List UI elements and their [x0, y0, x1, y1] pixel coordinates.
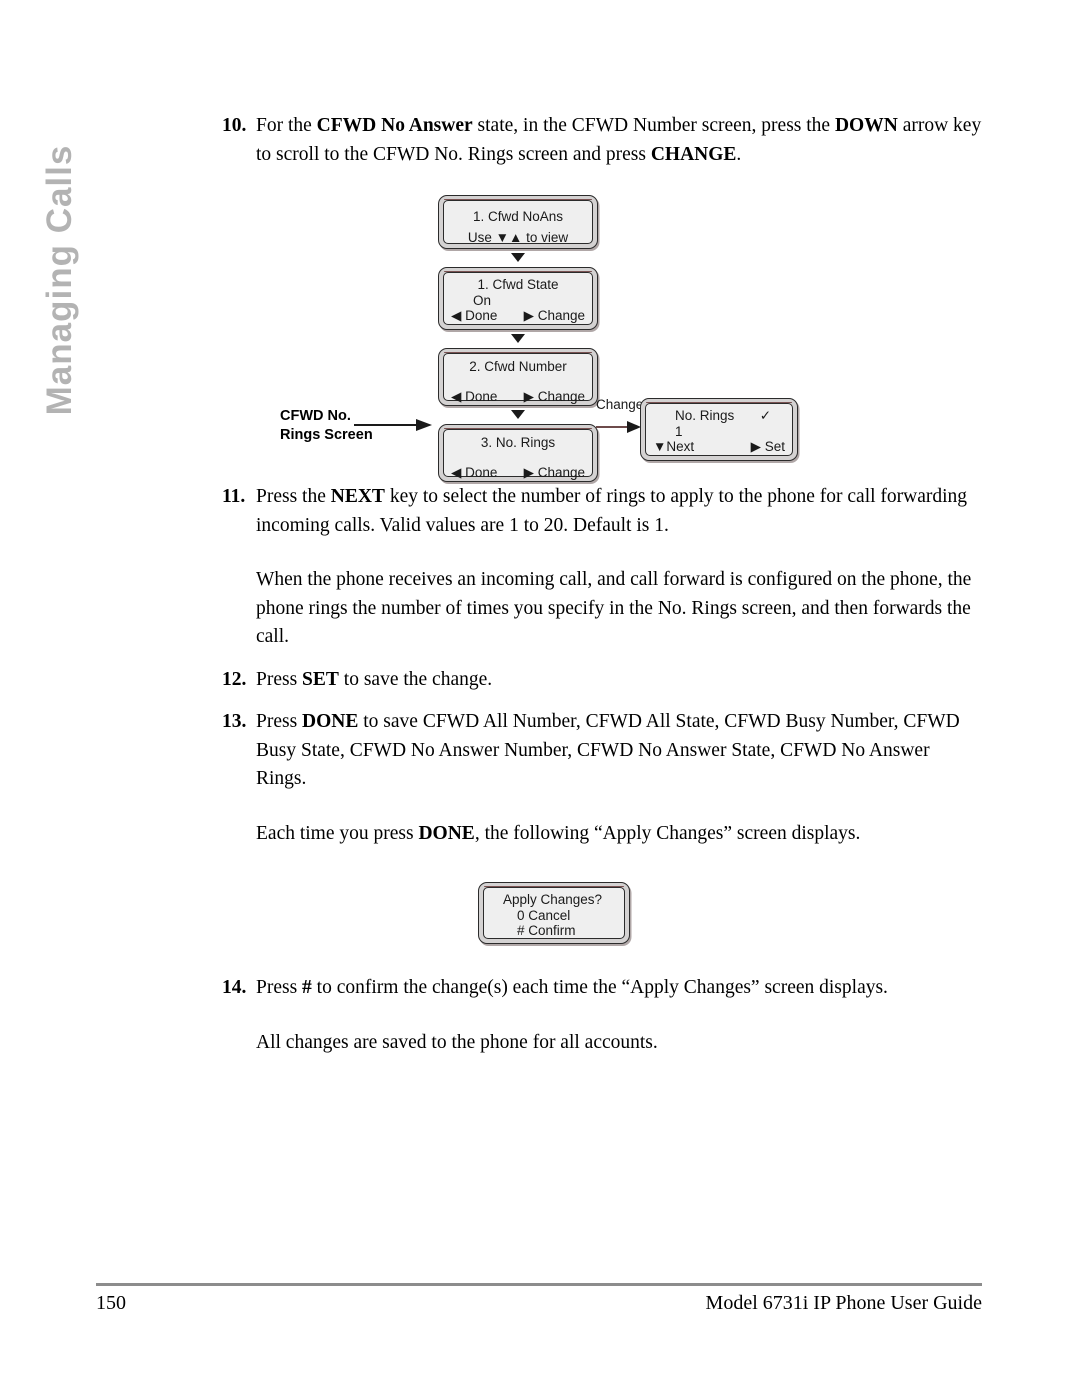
softkey-set[interactable]: ▶ Set: [751, 439, 785, 455]
phone-screen-cfwd-no-rings: 3. No. Rings ◀ Done ▶ Change: [438, 424, 598, 482]
softkey-change[interactable]: ▶ Change: [524, 389, 585, 405]
phone-screen-cfwd-noans: 1. Cfwd NoAns Use ▼▲ to view: [438, 195, 598, 249]
lcd-no-rings-edit: No. Rings ✓ 1 ▼Next ▶ Set: [645, 403, 793, 456]
chapter-tab-label: Managing Calls: [40, 144, 79, 416]
step-13: 13. Press DONE to save CFWD All Number, C…: [222, 708, 982, 794]
step-11: 11. Press the NEXT key to select the numb…: [222, 483, 982, 540]
lcd-cfwd-noans-hint: Use ▼▲ to view: [467, 229, 569, 245]
screen-flow-stack: 1. Cfwd NoAns Use ▼▲ to view 1. Cfwd Sta…: [438, 195, 598, 482]
step-12: 12. Press SET to save the change.: [222, 666, 982, 695]
step-11-bold-next: NEXT: [330, 486, 385, 507]
step-12-bold-set: SET: [302, 668, 339, 690]
step-10-text-part4: .: [736, 143, 742, 165]
lcd-cfwd-state-softkeys: ◀ Done ▶ Change: [451, 308, 585, 324]
step-13-bold-done: DONE: [302, 711, 359, 732]
check-icon: ✓: [759, 408, 771, 423]
chapter-tab: Managing Calls: [0, 100, 120, 440]
step-14: 14. Press # to confirm the change(s) each…: [222, 974, 982, 1003]
step-10-number: 10.: [222, 115, 247, 136]
change-connector-label: Change: [596, 397, 644, 412]
paragraph-apply-changes-part2: , the following “Apply Changes” screen d…: [474, 822, 861, 844]
page-content: 10. For the CFWD No Answer state, in the …: [222, 112, 982, 1057]
lcd-cfwd-number-softkeys: ◀ Done ▶ Change: [451, 389, 585, 405]
phone-screen-apply-changes: Apply Changes? 0 Cancel # Confirm: [478, 882, 630, 944]
lcd-cfwd-no-rings-softkeys: ◀ Done ▶ Change: [451, 465, 585, 481]
paragraph-changes-saved: All changes are saved to the phone for a…: [256, 1031, 658, 1053]
phone-screen-no-rings-edit: No. Rings ✓ 1 ▼Next ▶ Set: [640, 398, 798, 461]
lcd-cfwd-number-title: 2. Cfwd Number: [469, 359, 567, 374]
paragraph-apply-changes-bold-done: DONE: [418, 822, 475, 844]
lcd-apply-changes-title: Apply Changes?: [503, 892, 603, 907]
step-10-bold-cfwd-no-answer: CFWD No Answer: [316, 115, 473, 136]
no-rings-edit-bezel: No. Rings ✓ 1 ▼Next ▶ Set: [640, 398, 798, 461]
step-11-text-part1: Press the: [256, 486, 331, 507]
lcd-cfwd-noans-title: 1. Cfwd NoAns: [472, 209, 564, 224]
step-14-text-part2: to confirm the change(s) each time the “…: [311, 977, 888, 998]
step-12-text-part1: Press: [256, 668, 303, 690]
step-12-number: 12.: [222, 668, 247, 690]
footer-guide-title: Model 6731i IP Phone User Guide: [705, 1292, 982, 1314]
footer-page-number: 150: [96, 1292, 126, 1314]
step-12-text-part2: to save the change.: [338, 668, 493, 690]
step-10: 10. For the CFWD No Answer state, in the …: [222, 112, 982, 169]
softkey-change[interactable]: ▶ Change: [524, 308, 585, 324]
step-14-text-part1: Press: [256, 977, 303, 998]
softkey-change[interactable]: ▶ Change: [524, 465, 585, 481]
step-11-number: 11.: [222, 486, 246, 507]
lcd-no-rings-edit-title-row: No. Rings ✓: [653, 408, 785, 424]
flow-arrow-down-3: [438, 406, 598, 424]
apply-changes-bezel: Apply Changes? 0 Cancel # Confirm: [478, 882, 630, 944]
step-14-number: 14.: [222, 977, 247, 998]
change-transition-connector: Change: [596, 397, 644, 456]
callout-arrow-icon: [354, 419, 438, 431]
softkey-done[interactable]: ◀ Done: [451, 389, 497, 405]
phone-screen-cfwd-number: 2. Cfwd Number ◀ Done ▶ Change: [438, 348, 598, 406]
lcd-no-rings-edit-title: No. Rings: [675, 408, 735, 423]
step-13-number: 13.: [222, 711, 247, 732]
lcd-cfwd-noans: 1. Cfwd NoAns Use ▼▲ to view: [443, 200, 593, 245]
softkey-next[interactable]: ▼Next: [653, 439, 694, 455]
lcd-cfwd-state: 1. Cfwd State On ◀ Done ▶ Change: [443, 272, 593, 325]
step-10-text-part2: state, in the CFWD Number screen, press …: [472, 115, 835, 136]
cfwd-no-answer-flow-diagram: CFWD No. Rings Screen 1. Cfwd NoAns Use …: [222, 195, 982, 483]
step-10-bold-change: CHANGE: [650, 143, 737, 165]
lcd-apply-changes-option-confirm[interactable]: # Confirm: [491, 923, 617, 939]
step-14-bold-hash: #: [302, 977, 312, 998]
apply-changes-diagram: Apply Changes? 0 Cancel # Confirm: [222, 882, 982, 948]
footer-divider: [96, 1283, 982, 1286]
step-13-text-part2: to save CFWD All Number, CFWD All State,…: [256, 711, 960, 789]
lcd-cfwd-no-rings: 3. No. Rings ◀ Done ▶ Change: [443, 429, 593, 480]
lcd-apply-changes: Apply Changes? 0 Cancel # Confirm: [483, 887, 625, 939]
flow-arrow-down-1: [438, 249, 598, 267]
lcd-cfwd-state-title: 1. Cfwd State: [477, 277, 559, 292]
paragraph-apply-changes-part1: Each time you press: [256, 822, 419, 844]
lcd-cfwd-number: 2. Cfwd Number ◀ Done ▶ Change: [443, 353, 593, 404]
paragraph-incoming-call-behavior: When the phone receives an incoming call…: [256, 569, 972, 647]
lcd-no-rings-edit-softkeys: ▼Next ▶ Set: [653, 439, 785, 455]
step-10-text-part1: For the: [256, 115, 317, 136]
lcd-apply-changes-option-cancel[interactable]: 0 Cancel: [491, 908, 617, 924]
softkey-done[interactable]: ◀ Done: [451, 308, 497, 324]
lcd-cfwd-state-value: On: [473, 292, 492, 308]
paragraph-apply-changes-intro: Each time you press DONE, the following …: [222, 820, 982, 849]
step-13-text-part1: Press: [256, 711, 303, 732]
flow-arrow-down-2: [438, 330, 598, 348]
softkey-done[interactable]: ◀ Done: [451, 465, 497, 481]
step-10-bold-down: DOWN: [834, 115, 898, 136]
phone-screen-cfwd-state: 1. Cfwd State On ◀ Done ▶ Change: [438, 267, 598, 330]
lcd-no-rings-edit-value: 1: [675, 423, 683, 439]
lcd-cfwd-no-rings-title: 3. No. Rings: [480, 435, 556, 450]
